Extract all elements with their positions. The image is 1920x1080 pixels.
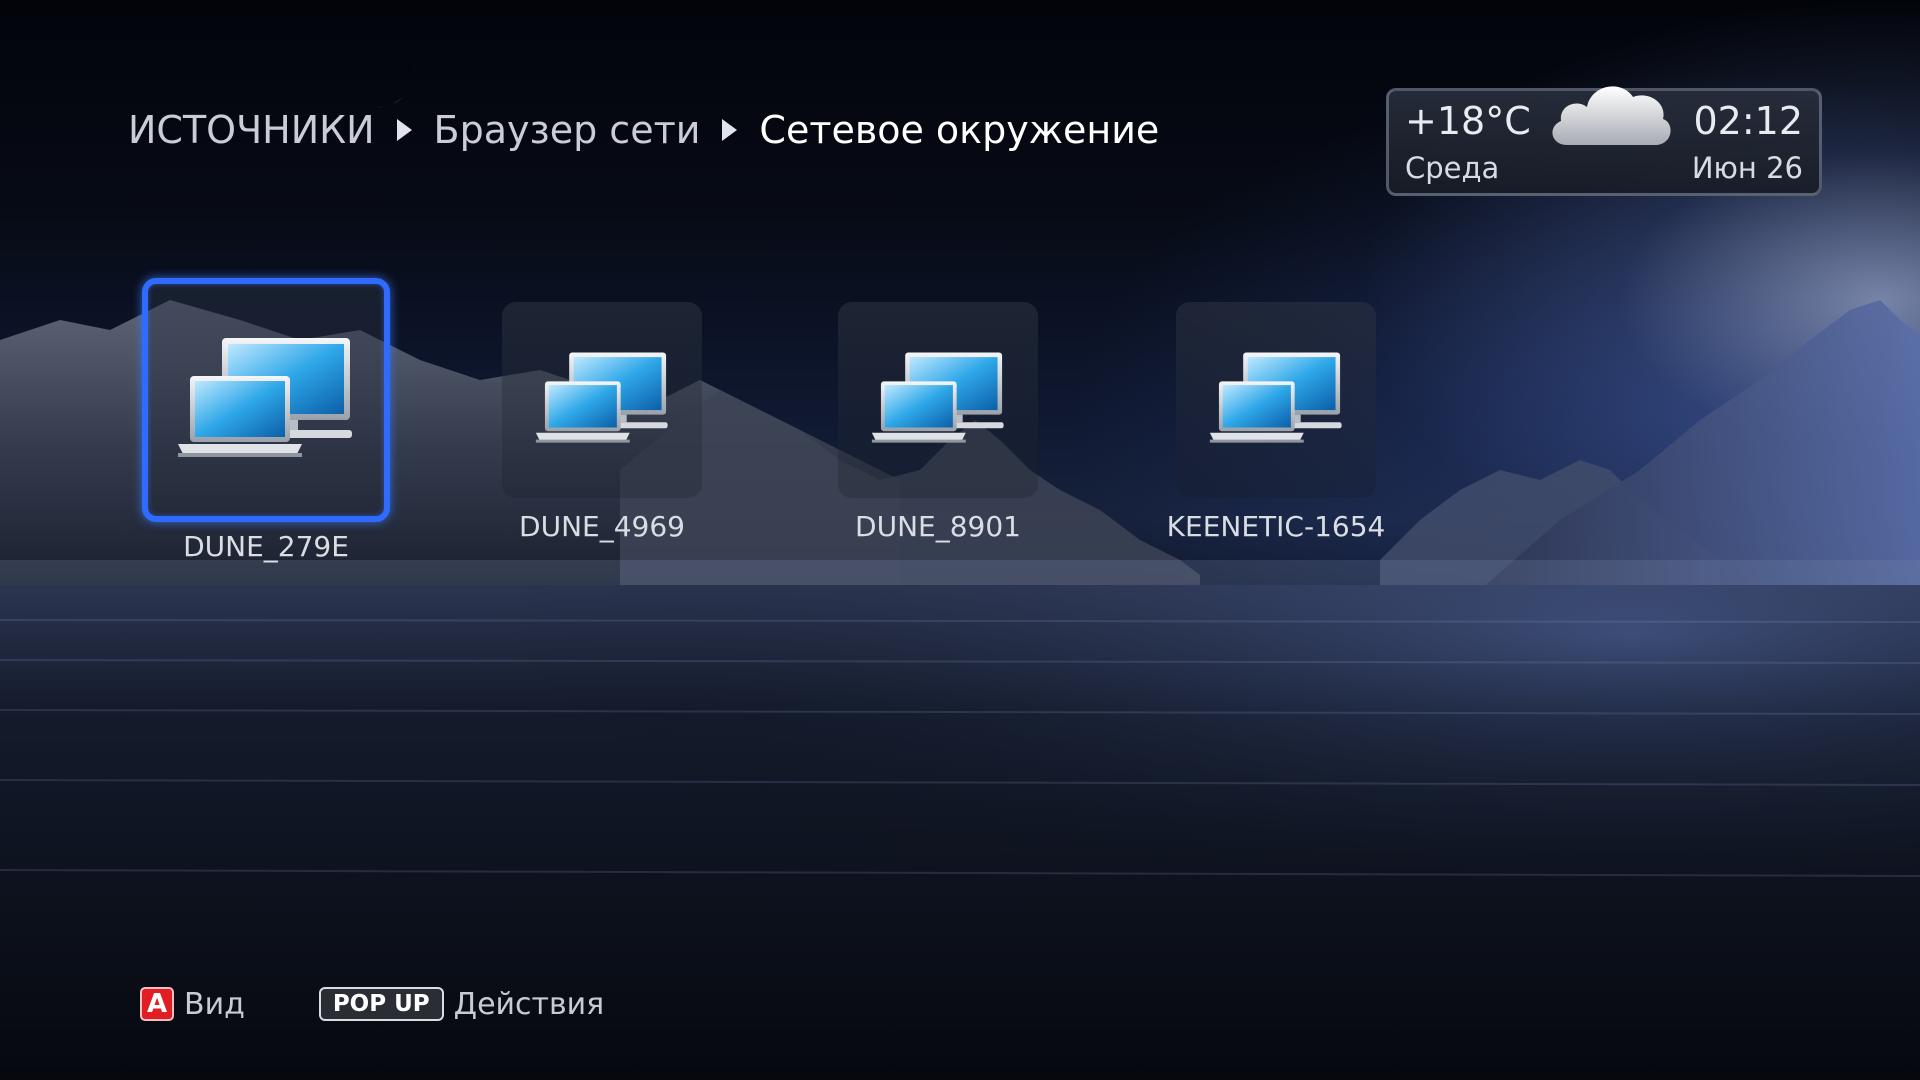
weather-clock-panel: +18°C 02:12 Среда Июн 26 [1386,86,1822,196]
breadcrumb: ИСТОЧНИКИ Браузер сети Сетевое окружение [128,104,1159,156]
breadcrumb-network-browser[interactable]: Браузер сети [434,108,701,152]
network-item-label: DUNE_279E [183,530,349,563]
remote-key-a-icon[interactable]: A [140,987,174,1021]
network-computers-icon [535,352,668,443]
breadcrumb-current: Сетевое окружение [759,108,1160,152]
breadcrumb-separator-icon [396,119,412,141]
network-computers-icon [1209,352,1342,443]
hint-actions-label: Действия [453,986,605,1022]
clock-time: 02:12 [1693,99,1803,143]
breadcrumb-root[interactable]: ИСТОЧНИКИ [128,108,375,152]
network-item-label: DUNE_8901 [855,510,1021,543]
cloud-icon [1552,86,1671,145]
hint-view-label: Вид [184,986,245,1022]
footer-hints: A Вид POP UP Действия [140,982,604,1026]
clock-weekday: Среда [1405,151,1500,185]
breadcrumb-separator-icon [722,119,738,141]
network-computers-icon [871,352,1004,443]
clock-date: Июн 26 [1691,151,1803,185]
network-computers-icon [178,338,352,457]
moon-icon [354,44,415,108]
network-item-label: KEENETIC-1654 [1166,510,1386,543]
weather-temperature: +18°C [1405,99,1531,143]
network-item-label: DUNE_4969 [519,510,685,543]
remote-key-popup-icon[interactable]: POP UP [318,987,444,1021]
screen: ИСТОЧНИКИ Браузер сети Сетевое окружение… [0,0,1920,1080]
